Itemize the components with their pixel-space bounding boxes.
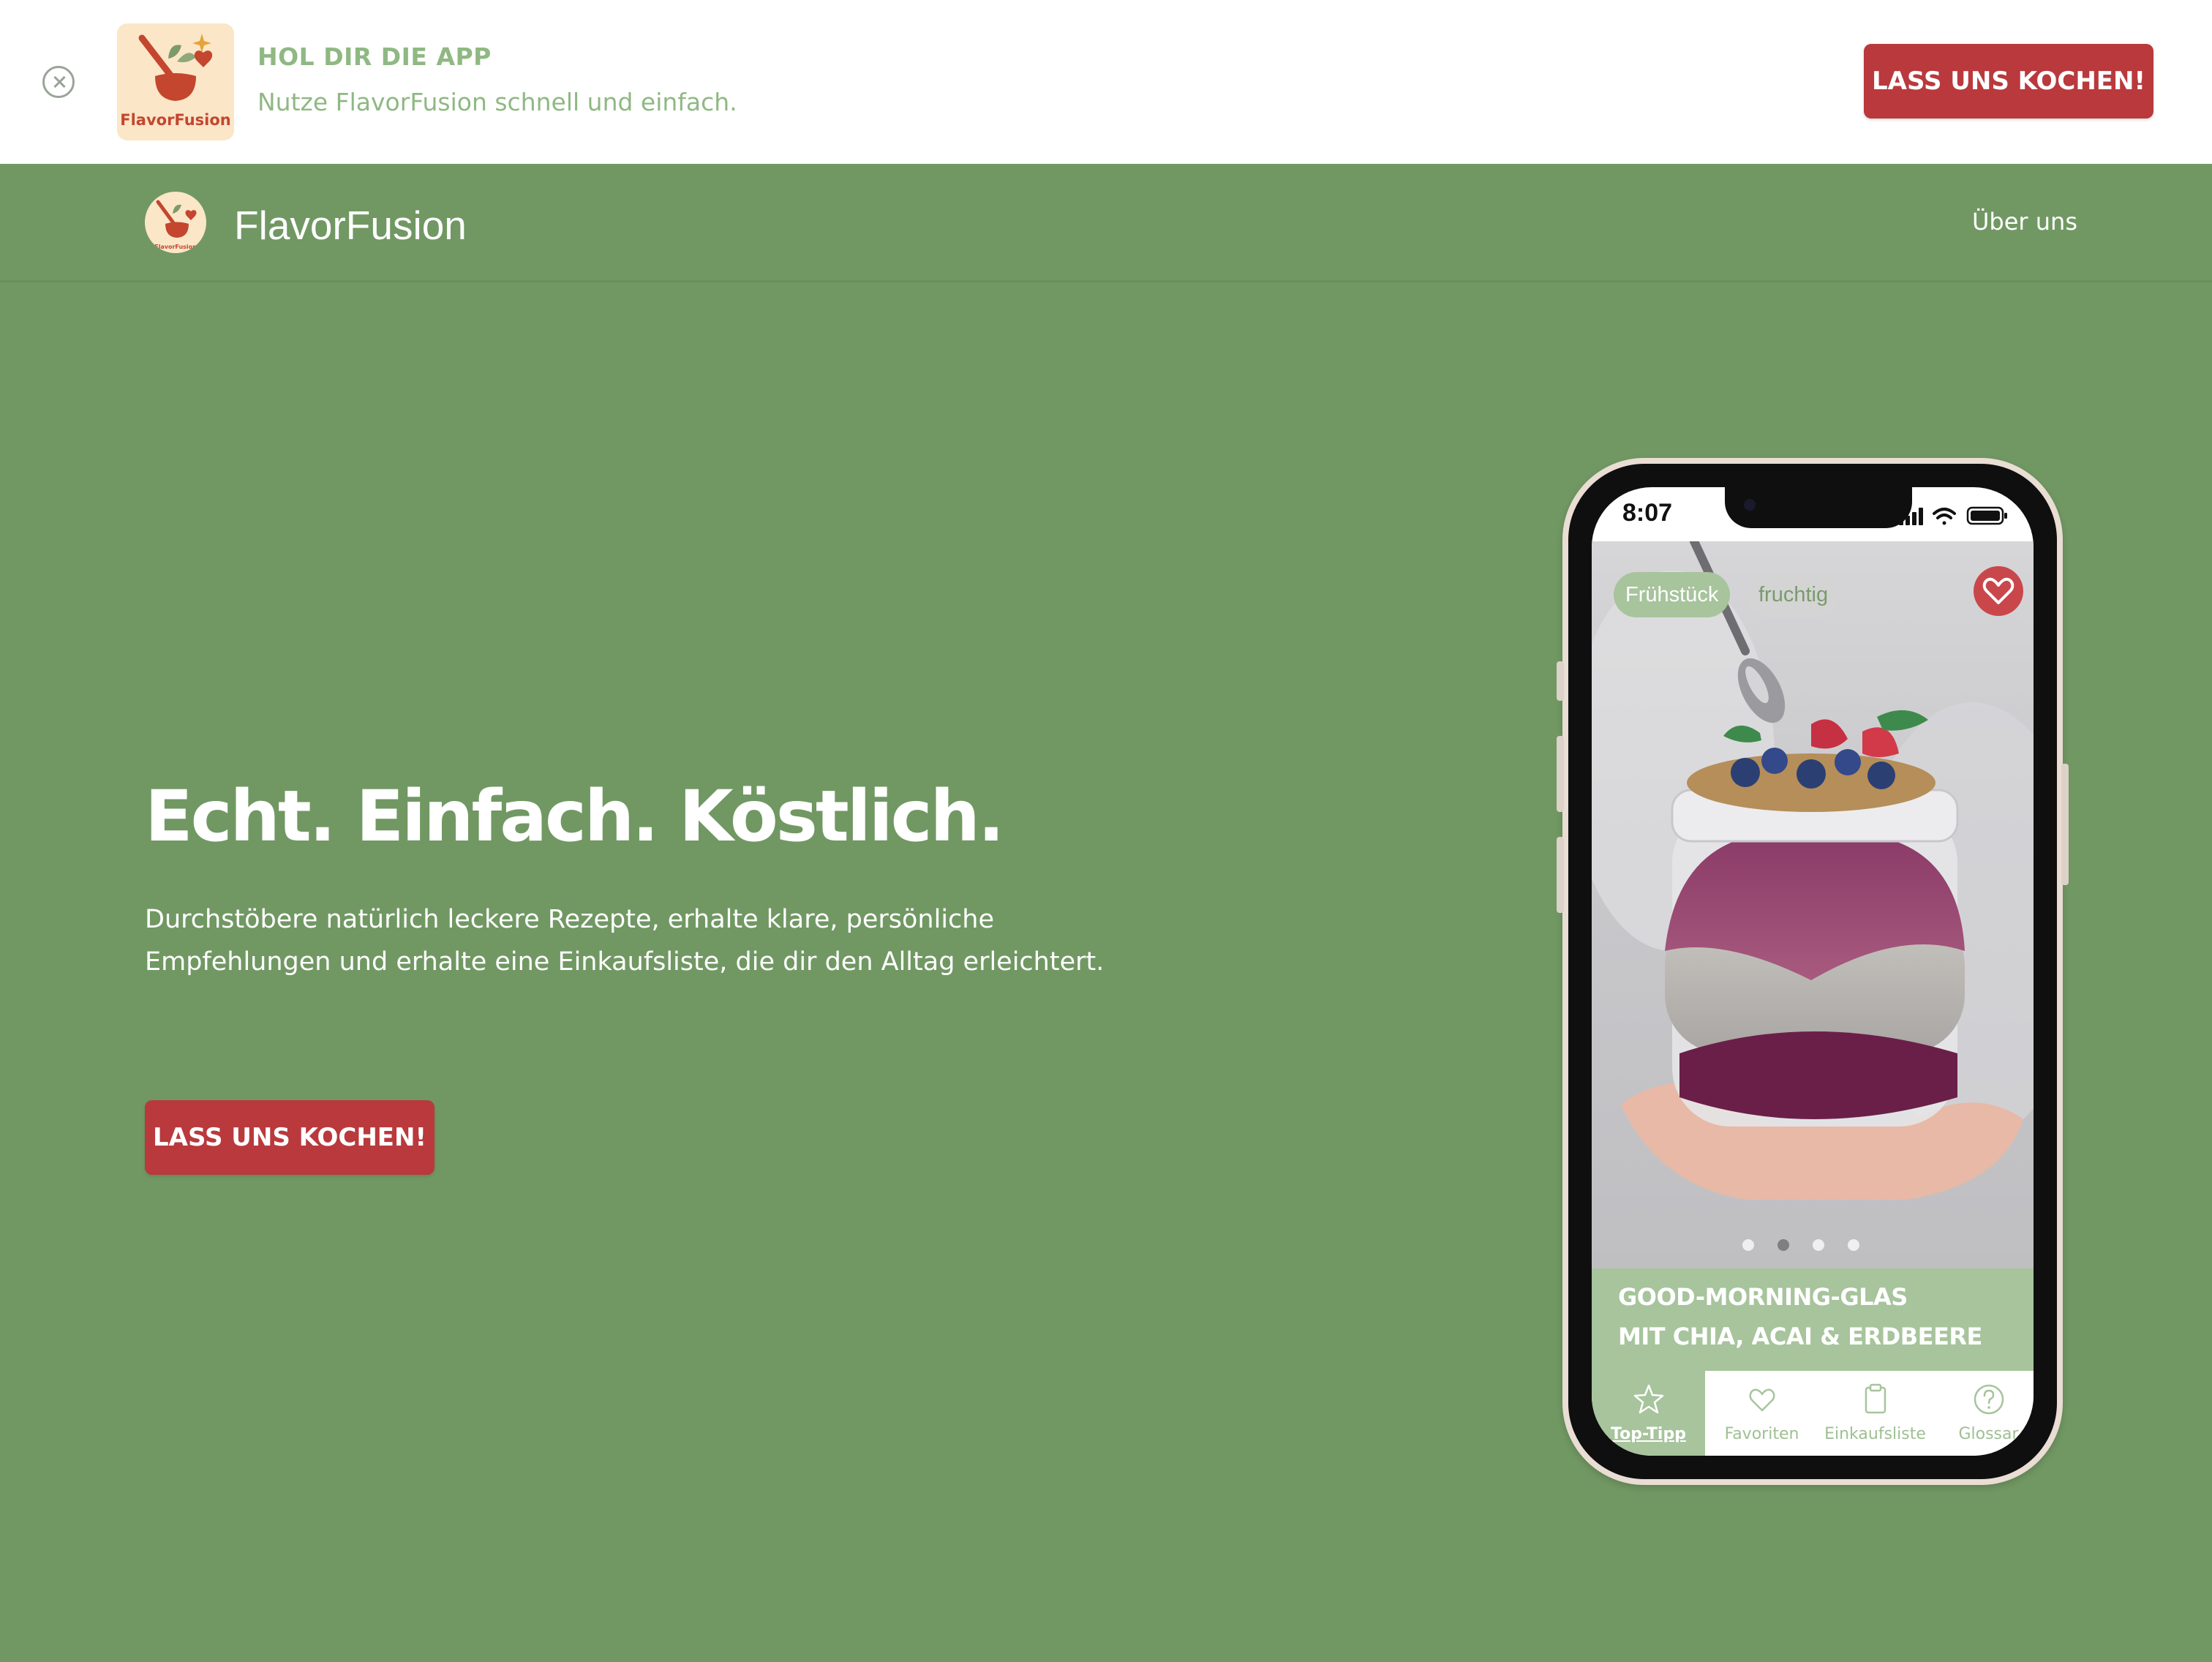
phone-bezel: 8:07 Frühstück fruchtig GOOD-MORNING-GLA…: [1568, 464, 2057, 1479]
ladle-logo-icon: [138, 34, 213, 101]
phone-side-button: [2061, 764, 2069, 885]
phone-mockup: 8:07 Frühstück fruchtig GOOD-MORNING-GLA…: [1557, 458, 2069, 1485]
hero-description: Durchstöbere natürlich leckere Rezepte, …: [145, 905, 1105, 977]
carousel-dot[interactable]: [1778, 1239, 1789, 1251]
clipboard-icon: [1865, 1383, 1886, 1414]
logo-icon[interactable]: FlavorFusion: [145, 192, 206, 253]
recipe-photo[interactable]: Frühstück fruchtig: [1592, 541, 2034, 1268]
ladle-logo-icon: FlavorFusion: [154, 200, 197, 250]
site-header: FlavorFusion FlavorFusion Über uns: [0, 164, 2212, 282]
app-icon-label: FlavorFusion: [120, 111, 231, 129]
banner-cta-button[interactable]: LASS UNS KOCHEN!: [1864, 44, 2153, 119]
heart-icon: [1749, 1388, 1775, 1412]
tab-favoriten[interactable]: Favoriten: [1705, 1371, 1818, 1456]
carousel-dot[interactable]: [1813, 1239, 1824, 1251]
banner-subtitle: Nutze FlavorFusion schnell und einfach.: [257, 88, 737, 116]
camera-icon: [1744, 499, 1756, 511]
app-download-banner: FlavorFusion HOL DIR DIE APP Nutze Flavo…: [0, 0, 2212, 164]
chia-pudding-jar-image: [1592, 541, 2034, 1200]
signal-icon: [1899, 508, 1923, 525]
tab-label: Einkaufsliste: [1824, 1425, 1926, 1443]
battery-icon: [1966, 506, 2007, 525]
tag-chip[interactable]: Frühstück: [1614, 572, 1731, 617]
star-icon: [1633, 1384, 1663, 1414]
status-icons: [1899, 506, 2007, 525]
carousel-dots: [1742, 1239, 1859, 1251]
tab-glossar[interactable]: Glossar: [1932, 1371, 2034, 1456]
status-time: 8:07: [1622, 499, 1673, 527]
nav-link-about[interactable]: Über uns: [1972, 208, 2077, 236]
wifi-icon: [1933, 508, 1956, 525]
tab-label: Favoriten: [1724, 1425, 1799, 1443]
favorite-heart-button[interactable]: [1974, 566, 2023, 616]
tab-label: Top-Tipp: [1611, 1425, 1686, 1443]
tab-einkaufsliste[interactable]: Einkaufsliste: [1818, 1371, 1932, 1456]
carousel-dot[interactable]: [1848, 1239, 1859, 1251]
heart-icon: [1982, 577, 2014, 604]
tab-label: Glossar: [1958, 1425, 2019, 1443]
recipe-title-line: GOOD-MORNING-GLAS: [1618, 1283, 1908, 1311]
app-tab-bar: Top-Tipp Favoriten Einkaufsliste Glossar: [1592, 1371, 2034, 1456]
tab-top-tipp[interactable]: Top-Tipp: [1592, 1371, 1705, 1456]
tag-chip[interactable]: fruchtig: [1747, 572, 1840, 617]
help-circle-icon: [1974, 1384, 2004, 1415]
phone-side-button: [1557, 661, 1564, 701]
app-icon[interactable]: FlavorFusion: [117, 23, 234, 140]
phone-notch: [1725, 487, 1912, 528]
brand-name[interactable]: FlavorFusion: [234, 202, 467, 249]
phone-side-button: [1557, 837, 1564, 913]
phone-side-button: [1557, 736, 1564, 812]
close-icon[interactable]: [42, 66, 75, 98]
hero-title: Echt. Einfach. Köstlich.: [145, 775, 1004, 857]
recipe-title-card[interactable]: GOOD-MORNING-GLAS MIT CHIA, ACAI & ERDBE…: [1592, 1268, 2034, 1371]
recipe-title-line: MIT CHIA, ACAI & ERDBEERE: [1618, 1323, 1982, 1350]
svg-text:FlavorFusion: FlavorFusion: [154, 244, 197, 250]
hero-cta-button[interactable]: LASS UNS KOCHEN!: [145, 1100, 434, 1175]
phone-screen: 8:07 Frühstück fruchtig GOOD-MORNING-GLA…: [1592, 487, 2034, 1456]
carousel-dot[interactable]: [1742, 1239, 1754, 1251]
banner-title: HOL DIR DIE APP: [257, 42, 492, 71]
